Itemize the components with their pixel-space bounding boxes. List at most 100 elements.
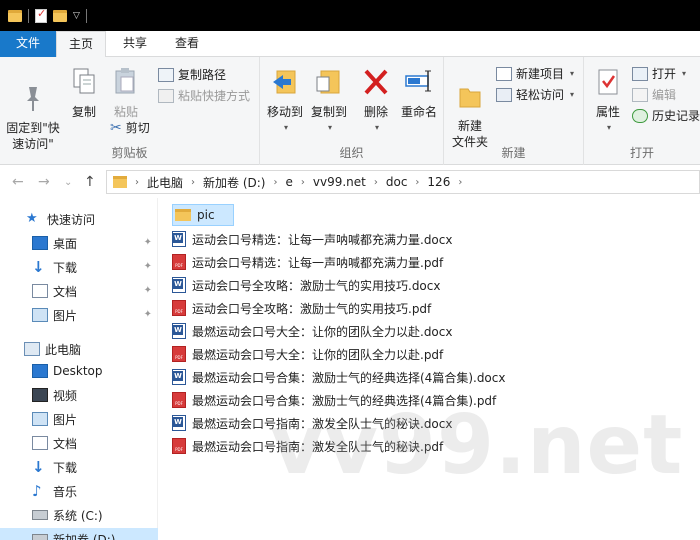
sidebar-item-drive-c[interactable]: 系统 (C:) bbox=[0, 504, 158, 526]
history-button[interactable]: 历史记录 bbox=[632, 107, 700, 124]
sidebar-item-quick-access[interactable]: ★ 快速访问 bbox=[0, 208, 158, 230]
new-item-button[interactable]: 新建项目 ▾ bbox=[496, 65, 574, 82]
pin-icon[interactable]: ✦ bbox=[144, 309, 152, 320]
pdf-icon bbox=[172, 346, 186, 362]
rename-button[interactable]: 重命名 bbox=[398, 67, 440, 120]
chevron-right-icon[interactable]: › bbox=[374, 177, 378, 188]
separator bbox=[85, 8, 87, 23]
sidebar-item-music[interactable]: ♪ 音乐 bbox=[0, 480, 158, 502]
desktop-icon bbox=[32, 236, 48, 250]
breadcrumb-drive-d[interactable]: 新加卷 (D:) bbox=[203, 174, 265, 191]
sidebar-item-pictures[interactable]: 图片 ✦ bbox=[0, 304, 158, 326]
breadcrumb-doc[interactable]: doc bbox=[386, 175, 408, 189]
chevron-right-icon[interactable]: › bbox=[191, 177, 195, 188]
properties-icon[interactable] bbox=[35, 7, 47, 23]
folder-icon bbox=[113, 176, 127, 188]
paste-shortcut-icon bbox=[158, 88, 174, 103]
sidebar-item-desktop-pc[interactable]: Desktop bbox=[0, 360, 158, 382]
sidebar-item-drive-d[interactable]: 新加卷 (D:) bbox=[0, 528, 158, 540]
file-name: 运动会口号精选：让每一声呐喊都充满力量.docx bbox=[192, 232, 453, 247]
tab-file[interactable]: 文件 bbox=[0, 31, 56, 57]
pin-icon[interactable]: ✦ bbox=[144, 285, 152, 296]
list-item[interactable]: 最燃运动会口号大全：让你的团队全力以赴.pdf bbox=[172, 343, 443, 365]
sidebar-item-pictures-pc[interactable]: 图片 bbox=[0, 408, 158, 430]
open-button[interactable]: 打开 ▾ bbox=[632, 65, 686, 82]
address-bar[interactable]: › 此电脑 › 新加卷 (D:) › e › vv99.net › doc › … bbox=[106, 170, 700, 194]
breadcrumb-e[interactable]: e bbox=[285, 175, 292, 189]
tab-home[interactable]: 主页 bbox=[56, 31, 106, 58]
cut-label: 剪切 bbox=[125, 121, 150, 135]
pin-icon[interactable]: ✦ bbox=[144, 261, 152, 272]
sidebar-item-documents-pc[interactable]: 文档 bbox=[0, 432, 158, 454]
organize-group-label: 组织 bbox=[339, 146, 364, 160]
open-group-label: 打开 bbox=[629, 146, 654, 160]
delete-label: 删除 bbox=[363, 105, 388, 119]
sidebar-label: Desktop bbox=[53, 364, 103, 378]
cut-button[interactable]: ✂ 剪切 bbox=[110, 119, 150, 136]
delete-button[interactable]: 删除 ▾ bbox=[358, 67, 394, 136]
file-name: 最燃运动会口号合集：激励士气的经典选择(4篇合集).docx bbox=[192, 370, 506, 385]
pdf-icon bbox=[172, 254, 186, 270]
chevron-right-icon[interactable]: › bbox=[273, 177, 277, 188]
sidebar-item-documents[interactable]: 文档 ✦ bbox=[0, 280, 158, 302]
copy-path-button[interactable]: 复制路径 bbox=[158, 66, 226, 83]
drive-icon bbox=[32, 510, 48, 520]
forward-arrow-icon[interactable]: → bbox=[38, 174, 50, 190]
list-item[interactable]: 运动会口号精选：让每一声呐喊都充满力量.pdf bbox=[172, 251, 443, 273]
word-document-icon bbox=[172, 415, 186, 431]
star-icon: ★ bbox=[26, 211, 38, 226]
sidebar-item-desktop[interactable]: 桌面 ✦ bbox=[0, 232, 158, 254]
paste-shortcut-button[interactable]: 粘贴快捷方式 bbox=[158, 87, 250, 104]
list-item[interactable]: 最燃运动会口号合集：激励士气的经典选择(4篇合集).docx bbox=[172, 366, 505, 388]
picture-icon bbox=[32, 308, 48, 322]
sidebar-item-downloads[interactable]: ↓ 下载 ✦ bbox=[0, 256, 158, 278]
list-item[interactable]: 运动会口号精选：让每一声呐喊都充满力量.docx bbox=[172, 228, 452, 250]
properties-button[interactable]: 属性 ▾ bbox=[588, 67, 628, 136]
sidebar-item-downloads-pc[interactable]: ↓ 下载 bbox=[0, 456, 158, 478]
chevron-right-icon[interactable]: › bbox=[415, 177, 419, 188]
properties-label: 属性 bbox=[595, 105, 620, 119]
new-folder-icon[interactable] bbox=[53, 9, 67, 22]
open-label: 打开 bbox=[652, 67, 677, 81]
paste-button[interactable]: 粘贴 bbox=[108, 67, 144, 120]
move-to-button[interactable]: 移动到 ▾ bbox=[264, 67, 306, 136]
word-document-icon bbox=[172, 369, 186, 385]
copy-to-button[interactable]: 复制到 ▾ bbox=[308, 67, 350, 136]
chevron-right-icon[interactable]: › bbox=[135, 177, 139, 188]
sidebar-item-videos[interactable]: 视频 bbox=[0, 384, 158, 406]
breadcrumb-126[interactable]: 126 bbox=[427, 175, 450, 189]
delete-icon bbox=[364, 69, 388, 95]
copy-button[interactable]: 复制 bbox=[66, 67, 102, 120]
easy-access-button[interactable]: 轻松访问 ▾ bbox=[496, 86, 574, 103]
up-arrow-icon[interactable]: ↑ bbox=[84, 174, 96, 190]
list-item[interactable]: 运动会口号全攻略：激励士气的实用技巧.pdf bbox=[172, 297, 431, 319]
tab-share[interactable]: 共享 bbox=[110, 31, 160, 57]
file-name: 运动会口号精选：让每一声呐喊都充满力量.pdf bbox=[192, 255, 444, 270]
ribbon-tabs: 文件 主页 共享 查看 bbox=[0, 31, 700, 58]
breadcrumb-vv99[interactable]: vv99.net bbox=[313, 175, 366, 189]
recent-locations-chevron-icon[interactable]: ⌄ bbox=[64, 177, 72, 188]
tab-view[interactable]: 查看 bbox=[162, 31, 212, 57]
sidebar-label: 文档 bbox=[53, 436, 78, 451]
list-item[interactable]: 最燃运动会口号大全：让你的团队全力以赴.docx bbox=[172, 320, 452, 342]
folder-icon[interactable] bbox=[8, 9, 22, 22]
back-arrow-icon[interactable]: ← bbox=[12, 174, 24, 190]
ribbon: 固定到"快 速访问" 复制 粘贴 复制路径 粘贴快捷方式 ✂ 剪切 剪贴板 移动… bbox=[0, 57, 700, 165]
video-icon bbox=[32, 388, 48, 402]
edit-button[interactable]: 编辑 bbox=[632, 86, 676, 103]
word-document-icon bbox=[172, 323, 186, 339]
sidebar-item-this-pc[interactable]: 此电脑 bbox=[0, 338, 158, 360]
breadcrumb-this-pc[interactable]: 此电脑 bbox=[147, 174, 183, 191]
chevron-right-icon[interactable]: › bbox=[301, 177, 305, 188]
sidebar-label: 图片 bbox=[53, 412, 78, 427]
chevron-down-icon: ▾ bbox=[283, 123, 288, 132]
list-item[interactable]: 运动会口号全攻略：激励士气的实用技巧.docx bbox=[172, 274, 440, 296]
sidebar-label: 桌面 bbox=[53, 236, 78, 251]
chevron-right-icon[interactable]: › bbox=[458, 177, 462, 188]
customize-quick-access-icon[interactable]: ▽ bbox=[73, 11, 80, 21]
download-arrow-icon: ↓ bbox=[32, 258, 45, 276]
clipboard-group-label: 剪贴板 bbox=[111, 146, 148, 160]
list-item[interactable]: pic bbox=[172, 204, 234, 226]
pin-icon[interactable]: ✦ bbox=[144, 237, 152, 248]
chevron-down-icon: ▾ bbox=[682, 69, 687, 78]
